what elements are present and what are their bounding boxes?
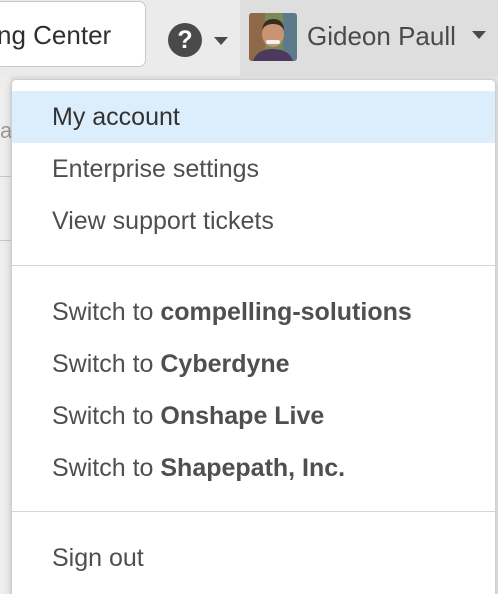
help-menu-button[interactable]: ? bbox=[160, 6, 238, 68]
help-icon: ? bbox=[168, 23, 202, 57]
menu-item-switch-shapepath[interactable]: Switch to Shapepath, Inc. bbox=[12, 442, 495, 494]
menu-item-switch-compelling-solutions[interactable]: Switch to compelling-solutions bbox=[12, 286, 495, 338]
switch-prefix: Switch to bbox=[52, 454, 161, 482]
menu-divider bbox=[12, 511, 495, 512]
menu-item-my-account[interactable]: My account bbox=[12, 91, 495, 143]
user-menu-button[interactable]: Gideon Paull bbox=[240, 0, 498, 76]
page: ng Center ? Gideon Paull a My account En… bbox=[0, 0, 498, 594]
learning-center-label: ng Center bbox=[0, 20, 112, 50]
menu-item-enterprise-settings[interactable]: Enterprise settings bbox=[12, 143, 495, 195]
menu-item-view-support-tickets[interactable]: View support tickets bbox=[12, 195, 495, 247]
menu-item-label: View support tickets bbox=[52, 207, 274, 235]
menu-item-label: My account bbox=[52, 103, 180, 131]
workspace-name: Cyberdyne bbox=[160, 350, 290, 378]
top-bar: ng Center ? Gideon Paull bbox=[0, 0, 498, 76]
workspace-name: Onshape Live bbox=[160, 402, 325, 430]
workspace-name: Shapepath, Inc. bbox=[160, 454, 346, 482]
switch-prefix: Switch to bbox=[52, 402, 161, 430]
workspace-name: compelling-solutions bbox=[160, 298, 412, 326]
background-panel bbox=[0, 76, 10, 594]
avatar bbox=[249, 13, 297, 61]
user-name: Gideon Paull bbox=[307, 21, 456, 51]
menu-divider bbox=[12, 265, 495, 266]
menu-item-label: Sign out bbox=[52, 544, 144, 572]
menu-item-switch-onshape-live[interactable]: Switch to Onshape Live bbox=[12, 390, 495, 442]
chevron-down-icon bbox=[472, 31, 486, 39]
menu-item-label: Enterprise settings bbox=[52, 155, 260, 183]
user-dropdown-menu: My account Enterprise settings View supp… bbox=[11, 79, 496, 594]
chevron-down-icon bbox=[214, 37, 228, 45]
learning-center-button[interactable]: ng Center bbox=[0, 1, 146, 67]
menu-item-sign-out[interactable]: Sign out bbox=[12, 532, 495, 584]
switch-prefix: Switch to bbox=[52, 298, 161, 326]
menu-item-switch-cyberdyne[interactable]: Switch to Cyberdyne bbox=[12, 338, 495, 390]
switch-prefix: Switch to bbox=[52, 350, 161, 378]
